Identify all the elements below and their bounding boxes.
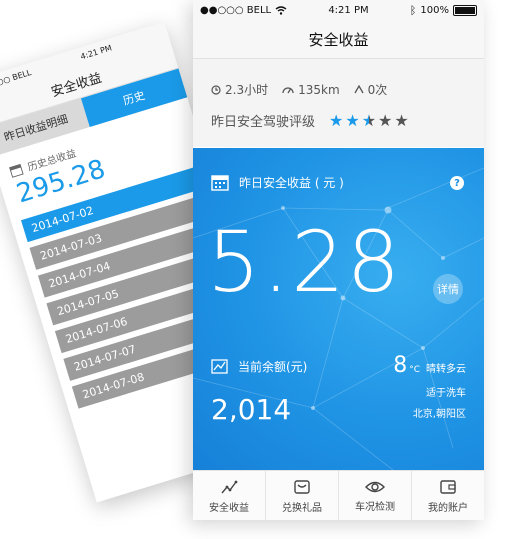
balance-label: 当前余额(元) <box>238 360 308 374</box>
weather-temp-unit: °C <box>409 365 420 375</box>
carrier-signal: ●●○○○ BELL <box>200 4 272 16</box>
weather-top-row: 8 °C 晴转多云 <box>393 353 466 378</box>
star-icon: ★ <box>394 110 409 130</box>
wifi-icon <box>275 5 287 15</box>
clock-icon <box>211 84 221 95</box>
tab-my-account[interactable]: 我的账户 <box>412 471 484 520</box>
weather-temp: 8 <box>393 353 408 378</box>
star-icon: ★ <box>361 110 377 130</box>
weather-condition: 晴转多云 <box>426 364 466 375</box>
battery-percent: 100% <box>420 4 449 16</box>
bottom-tab-bar: 安全收益 兑换礼品 车况检测 我的账户 <box>193 470 484 520</box>
stats-line: 2.3小时 135km 0次 <box>211 59 466 98</box>
tab-redeem-gifts[interactable]: 兑换礼品 <box>266 471 339 520</box>
calendar-icon <box>211 175 229 191</box>
status-time: 4:21 PM <box>328 4 369 16</box>
star-icon: ★ <box>378 110 393 130</box>
stat-alerts: 0次 <box>354 81 388 98</box>
tab-safety-earnings[interactable]: 安全收益 <box>193 471 266 520</box>
bluetooth-icon: ᛒ <box>409 3 417 17</box>
battery-icon <box>452 4 477 16</box>
weather-location: 北京,朝阳区 <box>412 409 466 420</box>
detail-button[interactable]: 详情 <box>433 274 463 304</box>
drive-stats: 2.3小时 135km 0次 昨日安全驾驶评级 ★ ★ ★ ★ ★ <box>193 59 484 147</box>
tab-label: 我的账户 <box>428 502 468 514</box>
stat-alerts-value: 0次 <box>367 83 388 97</box>
balance-value: 2,014 <box>211 393 292 426</box>
wallet-icon <box>440 479 456 494</box>
weather-advice: 适于洗车 <box>426 388 466 399</box>
status-bar: ●●○○○ BELL 4:21 PM ᛒ 100% <box>193 0 484 20</box>
page-title: 安全收益 <box>193 20 484 59</box>
rating-row: 昨日安全驾驶评级 ★ ★ ★ ★ ★ <box>211 111 466 130</box>
weather-widget: 8 °C 晴转多云 适于洗车 北京,朝阳区 <box>393 353 466 420</box>
status-left: ●●○○○ BELL <box>200 5 287 16</box>
status-right: ᛒ 100% <box>410 4 477 17</box>
tab-label: 兑换礼品 <box>282 502 322 514</box>
earnings-value: 5.28 <box>207 213 403 311</box>
stat-distance-value: 135km <box>298 82 340 97</box>
trend-icon <box>221 480 238 493</box>
gift-icon <box>294 479 310 494</box>
speedometer-icon <box>282 87 294 94</box>
stat-duration: 2.3小时 <box>211 81 268 98</box>
help-icon[interactable]: ? <box>450 176 464 190</box>
rating-label: 昨日安全驾驶评级 <box>211 115 316 130</box>
warning-icon <box>354 85 364 94</box>
earnings-label: 昨日安全收益 ( 元 ) <box>239 176 344 190</box>
calendar-icon <box>8 163 24 178</box>
tab-vehicle-check[interactable]: 车况检测 <box>339 471 412 520</box>
stat-duration-value: 2.3小时 <box>225 83 269 97</box>
chart-trend-icon <box>211 359 228 374</box>
earnings-panel: 昨日安全收益 ( 元 ) ? 5.28 详情 当前余额(元) 2,014 8 °… <box>193 148 484 470</box>
rating-stars: ★ ★ ★ ★ ★ <box>329 110 409 130</box>
front-phone-screen: ●●○○○ BELL 4:21 PM ᛒ 100% 安全收益 2.3小时 135… <box>193 0 484 520</box>
tab-label: 安全收益 <box>209 502 249 514</box>
star-icon: ★ <box>345 110 360 130</box>
tab-label: 车况检测 <box>355 501 395 513</box>
balance-header: 当前余额(元) <box>211 358 307 375</box>
star-icon: ★ <box>329 110 344 130</box>
earnings-header: 昨日安全收益 ( 元 ) <box>211 174 344 191</box>
eye-icon <box>365 481 385 492</box>
stat-distance: 135km <box>282 83 340 97</box>
